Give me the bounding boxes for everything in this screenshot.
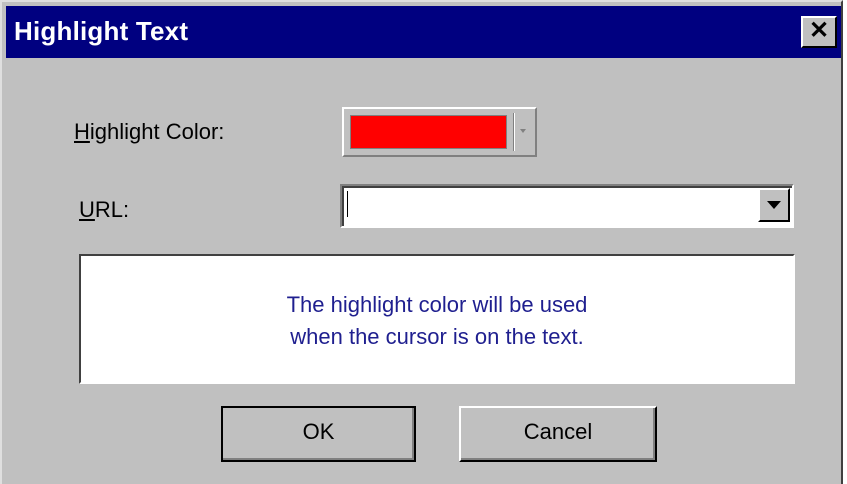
- url-label-text: RL:: [94, 197, 130, 222]
- cancel-button-bevel: [461, 408, 655, 460]
- close-button[interactable]: ✕: [801, 16, 837, 48]
- ok-button[interactable]: OK: [221, 406, 416, 462]
- url-label-mnemonic: U: [79, 197, 95, 222]
- ok-button-bevel: [223, 408, 414, 460]
- url-dropdown-button[interactable]: [758, 188, 790, 222]
- dialog-title: Highlight Text: [14, 16, 189, 46]
- highlight-color-label: Highlight Color:: [74, 119, 224, 145]
- info-box: The highlight color will be used when th…: [79, 254, 795, 384]
- highlight-color-label-text: ighlight Color:: [89, 119, 225, 144]
- url-input[interactable]: [344, 188, 744, 220]
- info-text-line-1: The highlight color will be used: [286, 292, 588, 317]
- cancel-button[interactable]: Cancel: [459, 406, 657, 462]
- color-picker-divider: [513, 113, 515, 151]
- url-label: URL:: [79, 197, 129, 223]
- text-cursor: [347, 191, 348, 217]
- title-bar: Highlight Text ✕: [6, 6, 841, 58]
- info-text-line-2: when the cursor is on the text.: [290, 324, 584, 349]
- color-swatch: [350, 115, 507, 149]
- highlight-color-picker[interactable]: [342, 107, 537, 157]
- highlight-text-dialog: Highlight Text ✕ Highlight Color: URL: T…: [0, 0, 843, 484]
- chevron-down-icon[interactable]: [520, 129, 526, 133]
- dropdown-arrow-icon: [767, 201, 781, 209]
- highlight-color-label-mnemonic: H: [74, 119, 90, 144]
- close-icon: ✕: [808, 17, 830, 44]
- url-combobox[interactable]: [340, 184, 794, 228]
